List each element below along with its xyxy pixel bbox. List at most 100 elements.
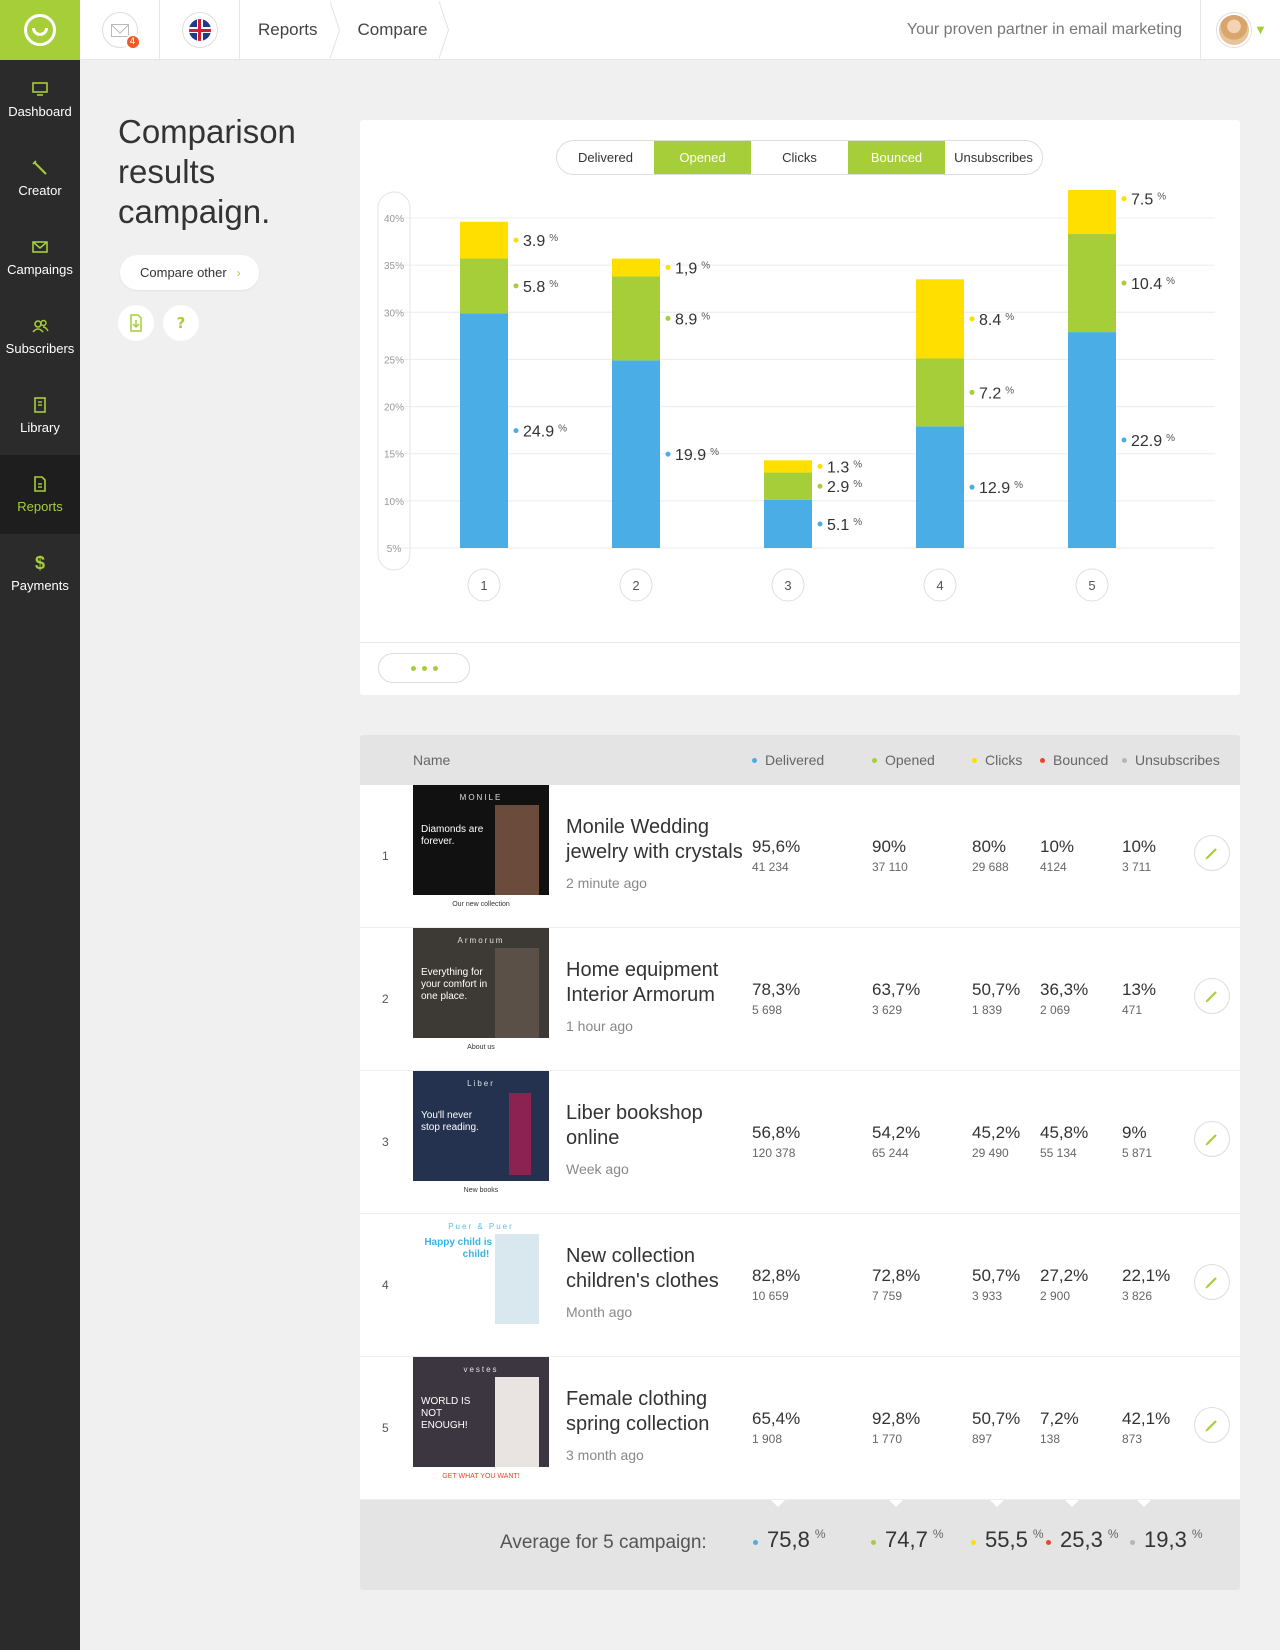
breadcrumb-reports[interactable]: Reports: [240, 0, 340, 60]
filter-bounced[interactable]: Bounced: [848, 141, 945, 174]
metric-count: 3 933: [972, 1289, 1003, 1303]
sidebar-item-payments[interactable]: $ Payments: [0, 534, 80, 613]
more-dot-icon: [432, 665, 438, 671]
metric-unsubscribes: 42,1% 873: [1122, 1409, 1170, 1446]
filter-opened[interactable]: Opened: [654, 141, 751, 174]
bar-segment: [764, 499, 812, 548]
campaign-name[interactable]: Home equipment Interior Armorum: [566, 958, 751, 1008]
campaign-name[interactable]: Monile Wedding jewelry with crystals: [566, 815, 751, 865]
sidebar-item-label: Library: [20, 420, 60, 435]
bar-segment: [460, 313, 508, 548]
column-bounced[interactable]: Bounced: [1040, 735, 1108, 785]
metric-count: 471: [1122, 1003, 1143, 1017]
sidebar-item-dashboard[interactable]: Dashboard: [0, 60, 80, 139]
value-label-dot: [969, 484, 975, 490]
campaign-thumbnail[interactable]: vestes WORLD IS NOT ENOUGH! GET WHAT YOU…: [413, 1357, 549, 1500]
metric-opened: 54,2% 65 244: [872, 1123, 920, 1160]
metric-filter-group: Delivered Opened Clicks Bounced Unsubscr…: [556, 140, 1043, 175]
edit-button[interactable]: [1194, 1407, 1230, 1443]
y-tick-label: 15%: [384, 450, 404, 461]
value-label-dot: [1121, 196, 1127, 202]
pencil-icon: [1205, 1277, 1217, 1289]
sidebar-item-creator[interactable]: Creator: [0, 139, 80, 218]
edit-button[interactable]: [1194, 1121, 1230, 1157]
chart-card: Delivered Opened Clicks Bounced Unsubscr…: [360, 120, 1240, 695]
value-label-dot: [665, 451, 671, 457]
sidebar-item-library[interactable]: Library: [0, 376, 80, 455]
book-icon: [31, 396, 49, 414]
column-delivered[interactable]: Delivered: [752, 735, 824, 785]
edit-button[interactable]: [1194, 978, 1230, 1014]
metric-unsubscribes: 22,1% 3 826: [1122, 1266, 1170, 1303]
comparison-bar-chart: 40%35%30%25%20%15%10%5%24.9 %5.8 %3.9 %119.…: [377, 190, 1215, 602]
edit-button[interactable]: [1194, 1264, 1230, 1300]
column-clicks[interactable]: Clicks: [972, 735, 1022, 785]
campaign-name[interactable]: Liber bookshop online: [566, 1101, 751, 1151]
more-button[interactable]: [378, 653, 470, 683]
average-unit: %: [1107, 1527, 1119, 1541]
messages-button[interactable]: 4: [101, 12, 141, 50]
thumbnail-headline: You'll never stop reading.: [421, 1110, 479, 1133]
value-label: 12.9: [979, 480, 1010, 497]
column-opened[interactable]: Opened: [872, 735, 935, 785]
average-unit: %: [1191, 1527, 1203, 1541]
metric-count: 2 069: [1040, 1003, 1071, 1017]
sidebar-item-subscribers[interactable]: Subscribers: [0, 297, 80, 376]
chevron-down-icon: ▼: [1256, 24, 1265, 36]
table-row[interactable]: 3 Liber You'll never stop reading. New b…: [360, 1071, 1240, 1214]
campaign-thumbnail[interactable]: MONILE Diamonds are forever. Our new col…: [413, 785, 549, 928]
column-unsubscribes[interactable]: Unsubscribes: [1122, 735, 1220, 785]
x-tick-label: 4: [936, 578, 943, 593]
value-label: 7.5: [1131, 192, 1153, 209]
compare-other-button[interactable]: Compare other ›: [120, 255, 259, 290]
help-button[interactable]: ?: [163, 305, 199, 341]
value-label-unit: %: [1166, 276, 1175, 287]
x-tick-label: 3: [784, 578, 791, 593]
y-tick-label: 40%: [384, 214, 404, 225]
campaign-name[interactable]: New collection children's clothes: [566, 1244, 751, 1294]
row-index: 3: [382, 1135, 389, 1149]
language-button[interactable]: [181, 12, 218, 48]
filter-delivered[interactable]: Delivered: [557, 141, 654, 174]
thumbnail-caption: About us: [467, 1044, 495, 1051]
metric-percent: 13%: [1122, 980, 1157, 999]
metric-opened: 90% 37 110: [872, 837, 908, 874]
table-row[interactable]: 5 vestes WORLD IS NOT ENOUGH! GET WHAT Y…: [360, 1357, 1240, 1500]
bar-segment: [612, 360, 660, 548]
y-tick-label: 5%: [387, 544, 402, 555]
campaign-thumbnail[interactable]: Liber You'll never stop reading. New boo…: [413, 1071, 549, 1214]
filter-unsubscribes[interactable]: Unsubscribes: [945, 141, 1042, 174]
campaign-name[interactable]: Female clothing spring collection: [566, 1387, 751, 1437]
table-row[interactable]: 4 Puer & Puer Happy child is a good chil…: [360, 1214, 1240, 1357]
edit-button[interactable]: [1194, 835, 1230, 871]
more-dot-icon: [421, 665, 427, 671]
metric-clicks: 80% 29 688: [972, 837, 1009, 874]
metric-clicks: 50,7% 3 933: [972, 1266, 1020, 1303]
download-button[interactable]: [118, 305, 154, 341]
report-icon: [31, 475, 49, 493]
bar-segment: [1068, 234, 1116, 333]
metric-count: 7 759: [872, 1289, 903, 1303]
metric-percent: 92,8%: [872, 1409, 921, 1428]
metric-unsubscribes: 10% 3 711: [1122, 837, 1156, 874]
value-label: 2.9: [827, 479, 849, 496]
campaign-thumbnail[interactable]: Puer & Puer Happy child is a good child!: [413, 1214, 549, 1357]
column-name[interactable]: Name: [413, 735, 450, 785]
table-row[interactable]: 2 Armorum Everything for your comfort in…: [360, 928, 1240, 1071]
campaign-thumbnail[interactable]: Armorum Everything for your comfort in o…: [413, 928, 549, 1071]
notch: [990, 1500, 1004, 1507]
sidebar-item-campaings[interactable]: Campaings: [0, 218, 80, 297]
filter-clicks[interactable]: Clicks: [751, 141, 848, 174]
bar-segment: [612, 276, 660, 361]
dollar-icon: $: [34, 552, 45, 573]
chevron-right-icon: ›: [236, 265, 241, 280]
divider: [360, 642, 1240, 643]
average-label: Average for 5 campaign:: [500, 1532, 707, 1553]
user-menu[interactable]: ▼: [1200, 0, 1280, 60]
x-tick-label: 5: [1088, 578, 1095, 593]
app-logo[interactable]: [0, 0, 80, 60]
sidebar-item-reports[interactable]: Reports: [0, 455, 80, 534]
metric-delivered: 65,4% 1 908: [752, 1409, 800, 1446]
table-row[interactable]: 1 MONILE Diamonds are forever. Our new c…: [360, 785, 1240, 928]
breadcrumb-compare[interactable]: Compare: [340, 0, 450, 60]
